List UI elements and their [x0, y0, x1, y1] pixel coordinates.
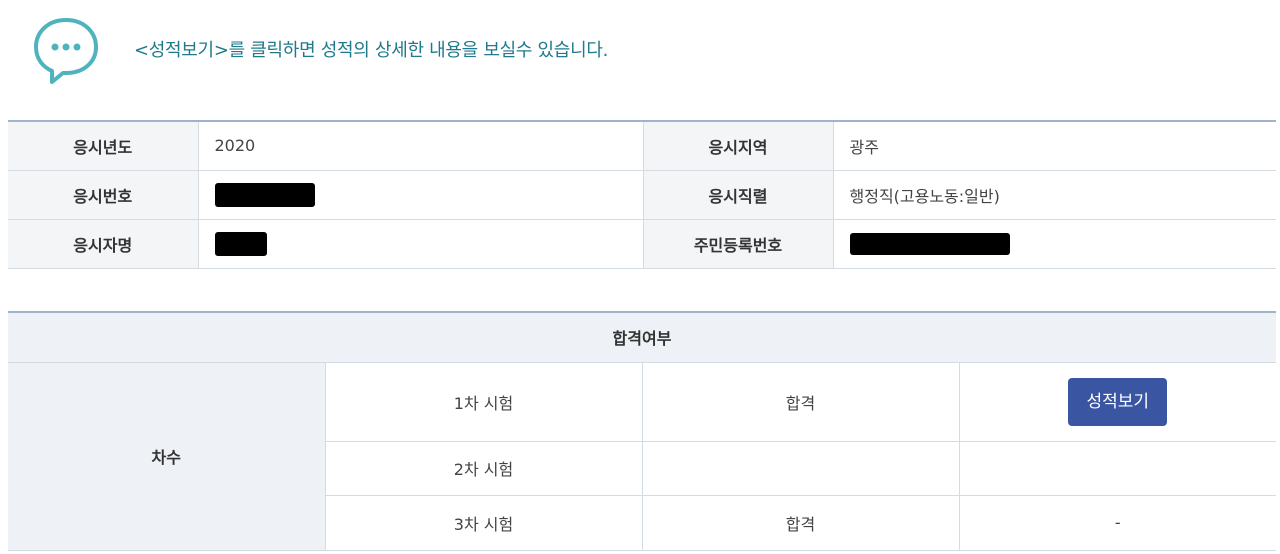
round-action: 성적보기 — [959, 362, 1276, 442]
year-label: 응시년도 — [8, 121, 199, 171]
pass-status-header: 합격여부 — [8, 312, 1276, 363]
round-name: 2차 시험 — [325, 441, 643, 496]
applicant-name-value — [198, 219, 644, 269]
redaction-mark — [214, 182, 315, 207]
resident-number-label: 주민등록번호 — [643, 219, 834, 269]
round-status: 합격 — [642, 495, 960, 551]
table-row: 응시자명 주민등록번호 — [8, 219, 1276, 269]
redaction-mark — [849, 232, 1010, 255]
job-series-label: 응시직렬 — [643, 170, 834, 220]
region-label: 응시지역 — [643, 121, 834, 171]
notice-banner: <성적보기>를 클릭하면 성적의 상세한 내용을 보실수 있습니다. — [30, 14, 930, 86]
notice-text: <성적보기>를 클릭하면 성적의 상세한 내용을 보실수 있습니다. — [134, 40, 609, 61]
pass-result-table: 합격여부 차수 1차 시험 합격 성적보기 2차 시험 3차 시험 합격 - — [8, 311, 1276, 551]
redaction-mark — [214, 231, 267, 256]
year-value: 2020 — [198, 121, 644, 171]
round-name: 3차 시험 — [325, 495, 643, 551]
region-value: 광주 — [833, 121, 1276, 171]
table-row: 응시년도 2020 응시지역 광주 — [8, 121, 1276, 171]
speech-bubble-icon — [34, 18, 98, 84]
round-status: 합격 — [642, 362, 960, 442]
table-row: 차수 1차 시험 합격 성적보기 — [8, 362, 1276, 551]
exam-number-label: 응시번호 — [8, 170, 199, 220]
view-score-button[interactable]: 성적보기 — [1068, 377, 1168, 426]
resident-number-value — [833, 219, 1276, 269]
round-name: 1차 시험 — [325, 362, 643, 442]
applicant-info-table: 응시년도 2020 응시지역 광주 응시번호 응시직렬 행정직(고용노동:일반)… — [8, 120, 1276, 269]
round-label: 차수 — [8, 362, 326, 551]
applicant-name-label: 응시자명 — [8, 219, 199, 269]
exam-number-value — [198, 170, 644, 220]
job-series-value: 행정직(고용노동:일반) — [833, 170, 1276, 220]
round-action — [959, 441, 1276, 496]
table-row: 합격여부 — [8, 312, 1276, 363]
table-row: 응시번호 응시직렬 행정직(고용노동:일반) — [8, 170, 1276, 220]
round-status — [642, 441, 960, 496]
round-action: - — [959, 495, 1276, 551]
